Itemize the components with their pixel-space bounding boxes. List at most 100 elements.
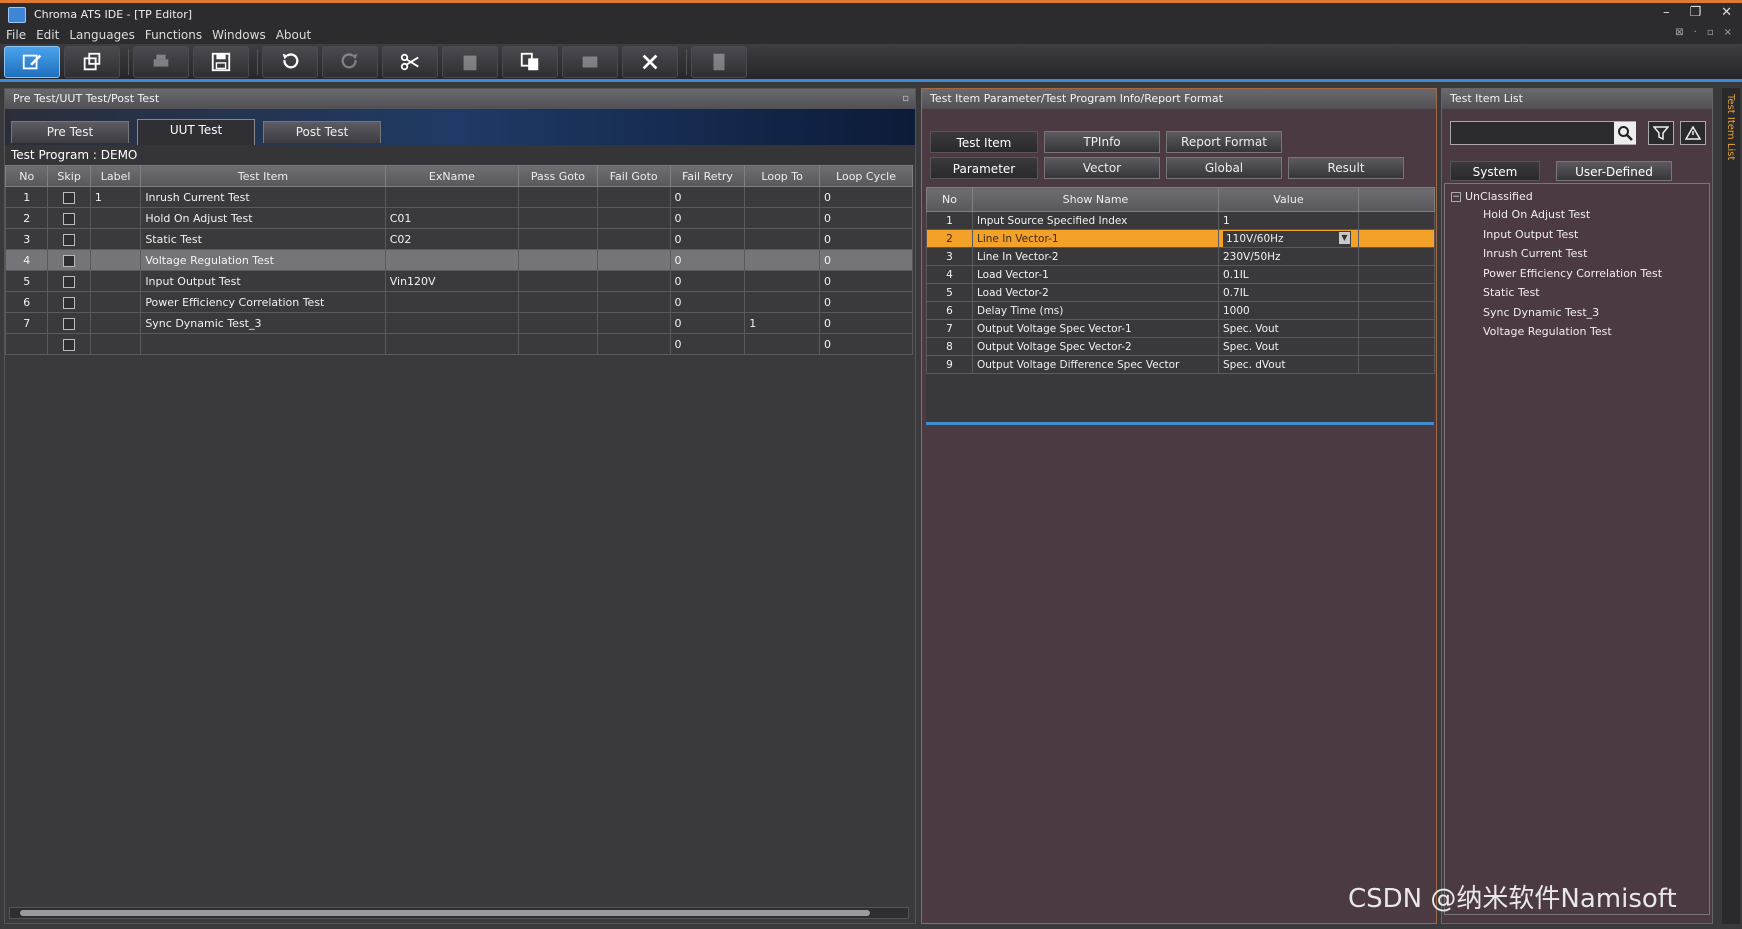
cell-value[interactable]: 230V/50Hz xyxy=(1218,247,1359,266)
cell-value[interactable]: Spec. dVout xyxy=(1218,355,1359,374)
tree-item[interactable]: Inrush Current Test xyxy=(1451,244,1703,264)
skip-checkbox[interactable] xyxy=(63,317,76,330)
cell-loop-to[interactable] xyxy=(744,249,821,271)
skip-checkbox[interactable] xyxy=(63,338,76,351)
cell-fail-goto[interactable] xyxy=(596,291,671,313)
cell-value[interactable]: 0.1IL xyxy=(1218,265,1359,284)
menu-file[interactable]: File xyxy=(6,28,26,42)
edit-button[interactable] xyxy=(4,45,60,78)
cell-fail-retry[interactable]: 0 xyxy=(669,228,746,250)
cell-loop-cycle[interactable]: 0 xyxy=(819,291,913,313)
menu-functions[interactable]: Functions xyxy=(145,28,202,42)
param-row[interactable]: 8 Output Voltage Spec Vector-2 Spec. Vou… xyxy=(926,337,1435,356)
cell-loop-cycle[interactable]: 0 xyxy=(819,270,913,292)
cell-loop-cycle[interactable]: 0 xyxy=(819,228,913,250)
global-button[interactable]: Global xyxy=(1166,157,1282,179)
param-row[interactable]: 9 Output Voltage Difference Spec Vector … xyxy=(926,355,1435,374)
col-fail-retry[interactable]: Fail Retry xyxy=(669,165,746,187)
cell-value[interactable]: 1 xyxy=(1218,211,1359,230)
cell-fail-retry[interactable]: 0 xyxy=(669,312,746,334)
cell-test-item[interactable]: Inrush Current Test xyxy=(140,186,386,208)
skip-checkbox[interactable] xyxy=(63,254,76,267)
cell-exname[interactable] xyxy=(384,312,520,334)
param-row[interactable]: 5 Load Vector-2 0.7IL xyxy=(926,283,1435,302)
cell-label[interactable] xyxy=(89,333,142,355)
cell-fail-goto[interactable] xyxy=(596,207,671,229)
col-show-name[interactable]: Show Name xyxy=(972,187,1219,212)
param-row-selected[interactable]: 2 Line In Vector-1 110V/60Hz ▼ xyxy=(926,229,1435,248)
col-fail-goto[interactable]: Fail Goto xyxy=(596,165,671,187)
cell-label[interactable] xyxy=(89,291,142,313)
cell-fail-retry[interactable]: 0 xyxy=(669,270,746,292)
mdi-close-icon[interactable]: × xyxy=(1724,27,1732,38)
col-no[interactable]: No xyxy=(926,187,973,212)
save-button[interactable] xyxy=(193,45,249,78)
cell-exname[interactable]: C01 xyxy=(384,207,520,229)
skip-checkbox[interactable] xyxy=(63,212,76,225)
cell-label[interactable] xyxy=(89,207,142,229)
cell-fail-goto[interactable] xyxy=(596,270,671,292)
mdi-restore-icon[interactable]: ▫ xyxy=(1707,27,1714,38)
cell-fail-retry[interactable]: 0 xyxy=(669,186,746,208)
table-row[interactable]: 0 0 xyxy=(4,333,913,355)
cell-pass-goto[interactable] xyxy=(518,333,598,355)
cell-loop-to[interactable] xyxy=(744,333,821,355)
open-button[interactable] xyxy=(64,45,120,78)
cell-pass-goto[interactable] xyxy=(518,291,598,313)
cell-value[interactable]: 1000 xyxy=(1218,301,1359,320)
copy-button[interactable] xyxy=(502,45,558,78)
cell-label[interactable] xyxy=(89,228,142,250)
table-row[interactable]: 7 Sync Dynamic Test_3 0 1 0 xyxy=(4,312,913,334)
cell-test-item[interactable]: Input Output Test xyxy=(140,270,386,292)
cell-loop-to[interactable] xyxy=(744,291,821,313)
vector-button[interactable]: Vector xyxy=(1044,157,1160,179)
cell-pass-goto[interactable] xyxy=(518,207,598,229)
tab-test-item[interactable]: Test Item xyxy=(930,131,1038,153)
cell-loop-to[interactable] xyxy=(744,207,821,229)
tree-item[interactable]: Sync Dynamic Test_3 xyxy=(1451,303,1703,323)
skip-checkbox[interactable] xyxy=(63,233,76,246)
cell-loop-cycle[interactable]: 0 xyxy=(819,186,913,208)
cell-fail-retry[interactable]: 0 xyxy=(669,333,746,355)
table-row[interactable]: 2 Hold On Adjust Test C01 0 0 xyxy=(4,207,913,229)
tab-system[interactable]: System xyxy=(1450,161,1540,181)
param-row[interactable]: 1 Input Source Specified Index 1 xyxy=(926,211,1435,230)
col-loop-to[interactable]: Loop To xyxy=(744,165,821,187)
col-value[interactable]: Value xyxy=(1218,187,1359,212)
cell-loop-cycle[interactable]: 0 xyxy=(819,249,913,271)
tab-parameter[interactable]: Parameter xyxy=(930,157,1038,179)
cell-pass-goto[interactable] xyxy=(518,270,598,292)
report-format-button[interactable]: Report Format xyxy=(1166,131,1282,153)
search-button[interactable] xyxy=(1614,122,1636,144)
cell-exname[interactable] xyxy=(384,249,520,271)
tpinfo-button[interactable]: TPInfo xyxy=(1044,131,1160,153)
cell-test-item[interactable]: Sync Dynamic Test_3 xyxy=(140,312,386,334)
cell-fail-goto[interactable] xyxy=(596,249,671,271)
cell-pass-goto[interactable] xyxy=(518,228,598,250)
tree-item[interactable]: Input Output Test xyxy=(1451,225,1703,245)
tab-post-test[interactable]: Post Test xyxy=(263,121,381,143)
link-button[interactable] xyxy=(562,45,618,78)
col-pass-goto[interactable]: Pass Goto xyxy=(518,165,598,187)
tab-pre-test[interactable]: Pre Test xyxy=(11,121,129,143)
tab-user-defined[interactable]: User-Defined xyxy=(1556,161,1672,181)
pin-icon[interactable]: ▫ xyxy=(902,89,909,109)
delete-button[interactable] xyxy=(622,45,678,78)
cell-loop-to[interactable]: 1 xyxy=(744,312,821,334)
col-skip[interactable]: Skip xyxy=(47,165,91,187)
cell-test-item[interactable]: Hold On Adjust Test xyxy=(140,207,386,229)
undo-button[interactable] xyxy=(262,45,318,78)
cell-loop-to[interactable] xyxy=(744,186,821,208)
restore-icon[interactable]: ❐ xyxy=(1689,5,1701,20)
cell-fail-goto[interactable] xyxy=(596,312,671,334)
cell-test-item[interactable]: Static Test xyxy=(140,228,386,250)
collapse-icon[interactable]: − xyxy=(1451,191,1461,202)
cell-exname[interactable]: C02 xyxy=(384,228,520,250)
cell-fail-retry[interactable]: 0 xyxy=(669,291,746,313)
cell-test-item[interactable] xyxy=(140,333,386,355)
param-row[interactable]: 3 Line In Vector-2 230V/50Hz xyxy=(926,247,1435,266)
cell-label[interactable] xyxy=(89,312,142,334)
cell-loop-to[interactable] xyxy=(744,270,821,292)
mdi-minimize-icon[interactable]: · xyxy=(1694,27,1697,38)
cell-fail-retry[interactable]: 0 xyxy=(669,207,746,229)
